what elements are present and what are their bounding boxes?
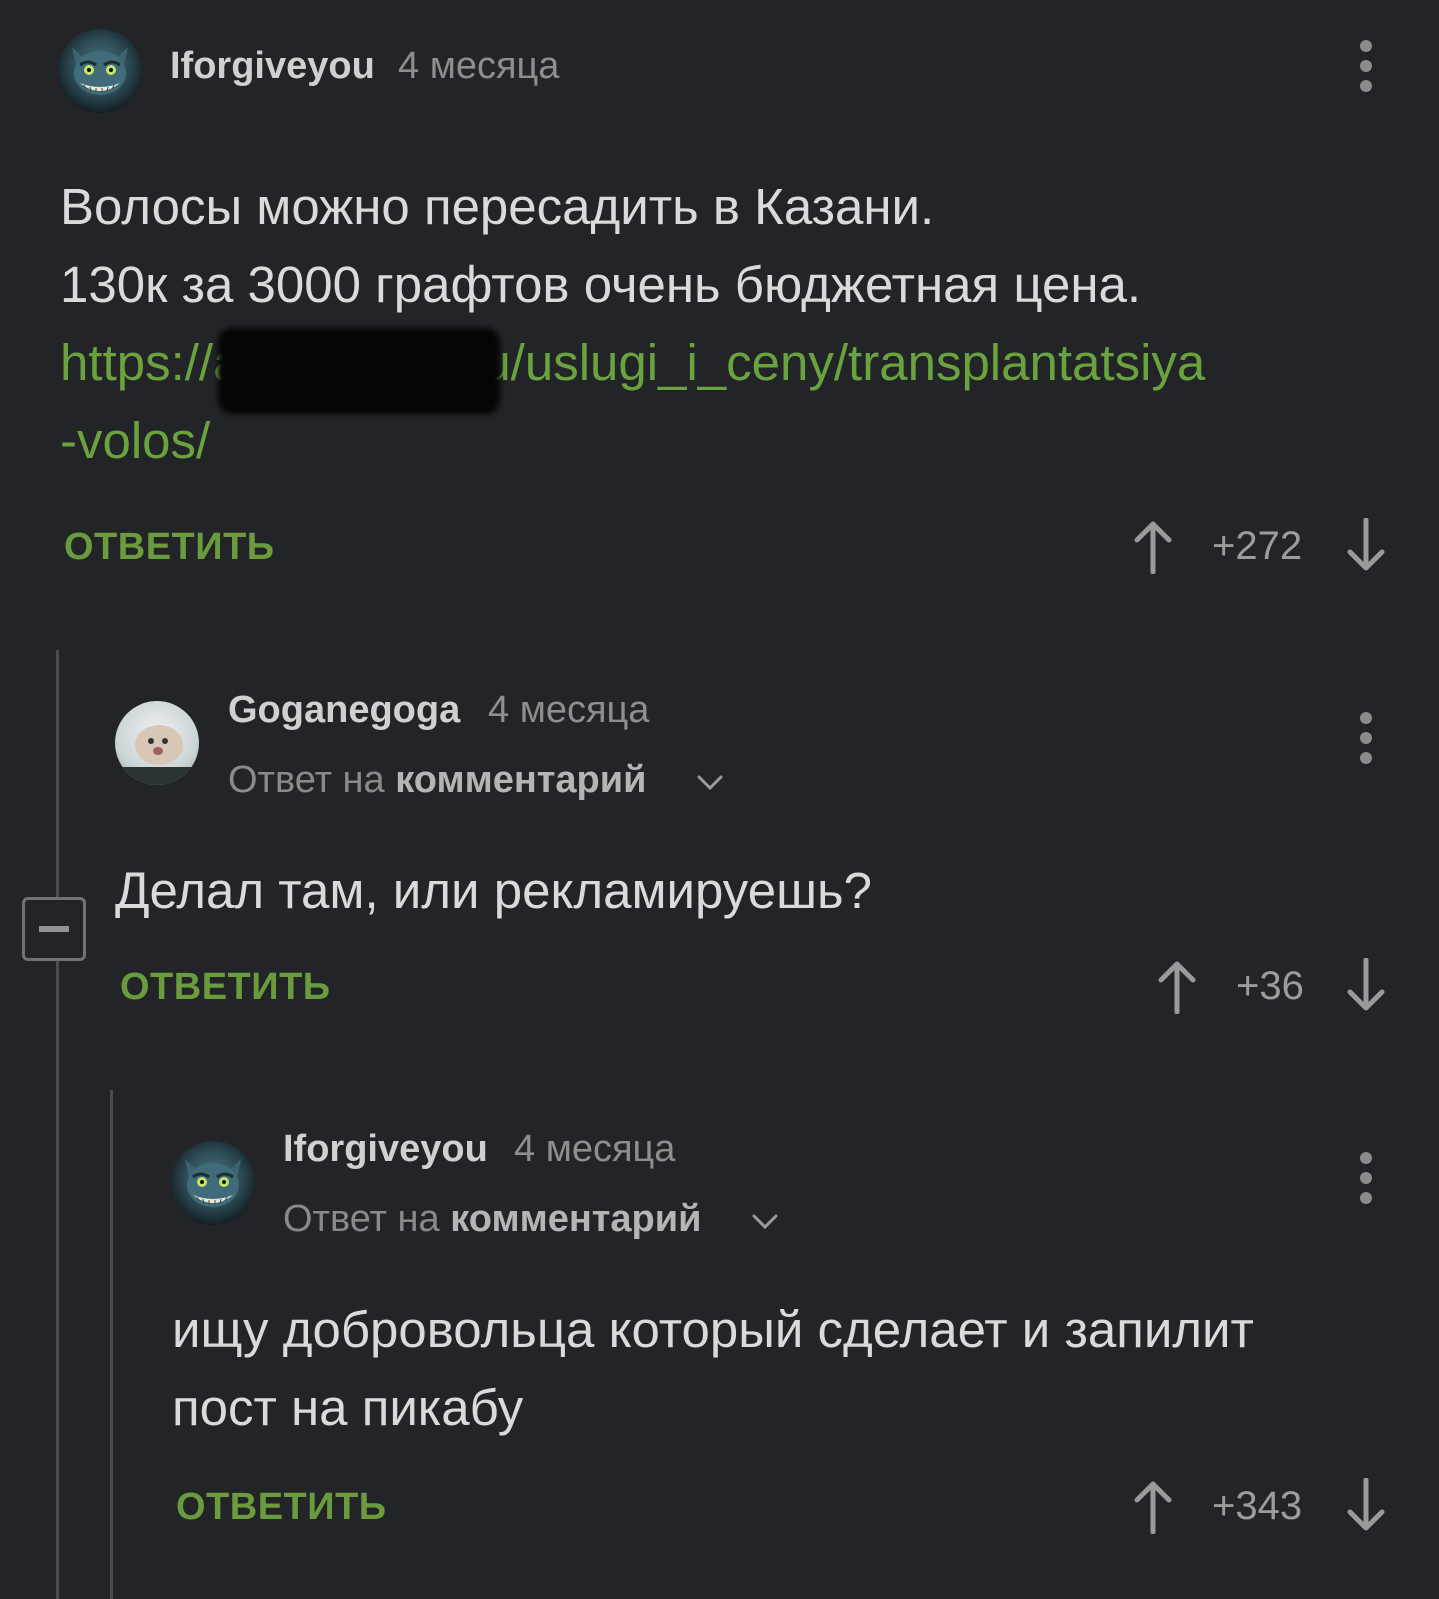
more-vertical-icon[interactable] xyxy=(1354,38,1378,94)
comment-text-line: 130к за 3000 графтов очень бюджетная цен… xyxy=(60,256,1142,313)
arrow-down-icon[interactable] xyxy=(1346,958,1386,1014)
comment-author[interactable]: Iforgiveyou xyxy=(170,45,375,88)
reply-button[interactable]: ОТВЕТИТЬ xyxy=(64,526,275,569)
hamster-avatar-icon xyxy=(115,701,199,785)
arrow-down-icon[interactable] xyxy=(1346,518,1386,574)
chevron-down-icon[interactable] xyxy=(696,773,724,793)
collapse-thread-button[interactable] xyxy=(22,897,86,961)
reply-to-prefix: Ответ на xyxy=(228,759,385,801)
comment-body: Делал там, или рекламируешь? xyxy=(115,862,872,919)
comment-time: 4 месяца xyxy=(514,1128,676,1170)
comment-score: +272 xyxy=(1212,524,1303,568)
comment-score: +36 xyxy=(1236,964,1304,1008)
reply-to-link[interactable]: Ответ на комментарий xyxy=(228,759,646,802)
cat-avatar-icon xyxy=(58,29,142,113)
comment-text-line: пост на пикабу xyxy=(172,1379,524,1436)
comment-body: ищу добровольца который сделает и запили… xyxy=(172,1291,1412,1447)
avatar-cheshire-cat[interactable] xyxy=(58,29,142,113)
comment-author[interactable]: Iforgiveyou xyxy=(283,1128,488,1171)
more-vertical-icon[interactable] xyxy=(1354,710,1378,766)
thread-line-level-1 xyxy=(56,650,59,1599)
reply-to-link[interactable]: Ответ на комментарий xyxy=(283,1198,701,1241)
avatar-hamster[interactable] xyxy=(115,701,199,785)
avatar-cheshire-cat[interactable] xyxy=(171,1141,255,1225)
comment-time: 4 месяца xyxy=(398,45,560,87)
arrow-up-icon[interactable] xyxy=(1133,1478,1173,1534)
comment-text-line: Волосы можно пересадить в Казани. xyxy=(60,178,935,235)
cat-avatar-icon xyxy=(171,1141,255,1225)
comment-score: +343 xyxy=(1212,1484,1303,1528)
chevron-down-icon[interactable] xyxy=(751,1212,779,1232)
comment-body: Волосы можно пересадить в Казани. 130к з… xyxy=(60,168,1400,480)
reply-to-target[interactable]: комментарий xyxy=(450,1198,701,1240)
comment-text-line: ищу добровольца который сделает и запили… xyxy=(172,1301,1254,1358)
more-vertical-icon[interactable] xyxy=(1354,1150,1378,1206)
comment-author[interactable]: Goganegoga xyxy=(228,689,460,732)
reply-to-prefix: Ответ на xyxy=(283,1198,440,1240)
reply-button[interactable]: ОТВЕТИТЬ xyxy=(120,966,331,1009)
redaction-mark xyxy=(218,328,500,414)
reply-to-target[interactable]: комментарий xyxy=(395,759,646,801)
arrow-up-icon[interactable] xyxy=(1133,518,1173,574)
reply-button[interactable]: ОТВЕТИТЬ xyxy=(176,1486,387,1529)
arrow-up-icon[interactable] xyxy=(1157,958,1197,1014)
arrow-down-icon[interactable] xyxy=(1346,1478,1386,1534)
comment-time: 4 месяца xyxy=(488,689,650,731)
thread-line-level-2 xyxy=(110,1090,113,1599)
